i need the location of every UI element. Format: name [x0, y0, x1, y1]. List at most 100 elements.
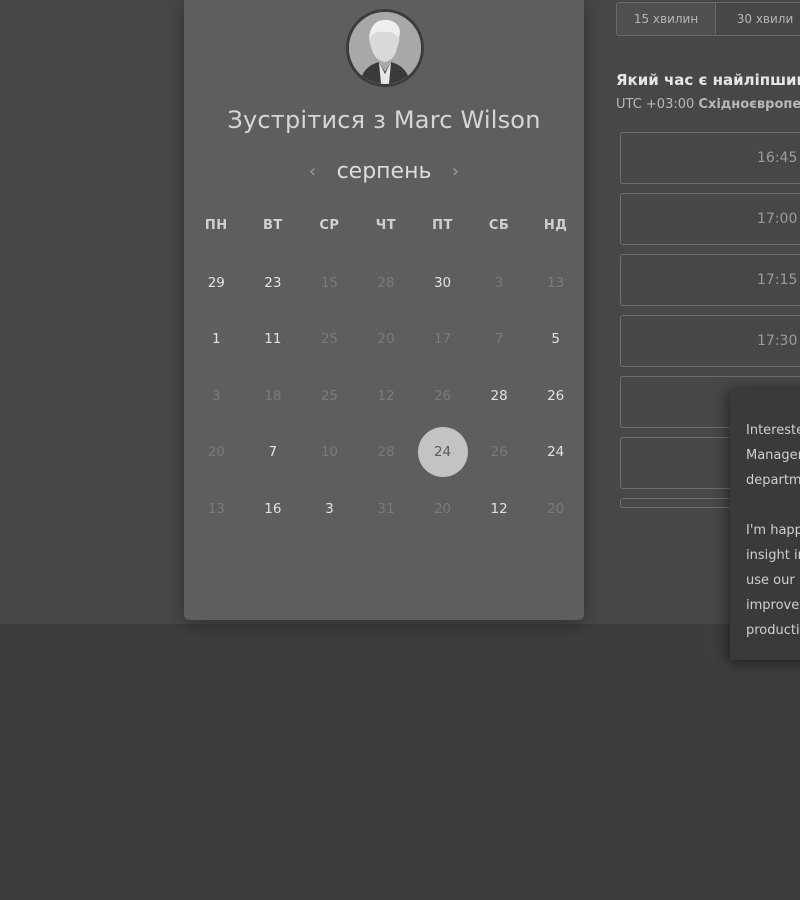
- calendar-week-row: 3 18 25 12 26 28 26: [188, 368, 580, 424]
- chevron-left-icon[interactable]: ‹: [305, 161, 321, 182]
- month-navigation: ‹ серпень ›: [184, 154, 584, 188]
- calendar-card: Зустрітися з Marc Wilson ‹ серпень › ПН …: [184, 0, 584, 620]
- weekday-label: ПН: [204, 218, 228, 233]
- calendar-day-number: 23: [264, 275, 282, 291]
- calendar-day: 17: [414, 311, 471, 367]
- calendar-day-number: 26: [547, 388, 565, 404]
- info-line: Intereste: [746, 423, 800, 438]
- info-line: use our p: [746, 573, 800, 588]
- calendar-day: 31: [358, 481, 415, 537]
- calendar-day[interactable]: 28: [471, 368, 528, 424]
- timezone-label[interactable]: UTC +03:00 Східноєвропе: [616, 97, 800, 112]
- calendar-day-number: 26: [490, 444, 508, 460]
- meet-title: Зустрітися з Marc Wilson: [227, 106, 541, 134]
- weekday-label: НД: [543, 218, 568, 233]
- calendar-day[interactable]: 16: [245, 481, 302, 537]
- calendar-day[interactable]: 7: [245, 424, 302, 480]
- calendar-day-number: 16: [264, 501, 282, 517]
- calendar-day-number: 25: [320, 388, 338, 404]
- time-slot[interactable]: 17:15: [620, 254, 800, 306]
- calendar-week-row: 29 23 15 28 30 3 13: [188, 255, 580, 311]
- timezone-name: Східноєвропе: [698, 97, 800, 112]
- timezone-offset: UTC +03:00: [616, 97, 695, 112]
- calendar-day[interactable]: 30: [414, 255, 471, 311]
- calendar-day-number: 24: [417, 427, 468, 477]
- calendar-day: 26: [471, 424, 528, 480]
- calendar-day[interactable]: 11: [245, 311, 302, 367]
- calendar-day-number: 28: [377, 275, 395, 291]
- calendar-day-number: 20: [207, 444, 225, 460]
- calendar-day[interactable]: 5: [527, 311, 584, 367]
- calendar-day-number: 20: [377, 331, 395, 347]
- calendar-day-number: 7: [494, 331, 504, 347]
- calendar-day: 28: [358, 255, 415, 311]
- time-question: Який час є найліпшим д: [616, 71, 800, 89]
- calendar-day: 15: [301, 255, 358, 311]
- calendar-day-number: 20: [433, 501, 452, 517]
- calendar-day-number: 31: [377, 501, 395, 517]
- calendar-day-number: 25: [320, 331, 338, 347]
- calendar-day: 25: [301, 368, 358, 424]
- calendar-day[interactable]: 3: [301, 481, 358, 537]
- calendar-day: 28: [358, 424, 415, 480]
- info-line: insight in: [746, 548, 800, 563]
- calendar-day: 25: [301, 311, 358, 367]
- duration-tab-15[interactable]: 15 хвилин: [617, 3, 716, 35]
- calendar-day-number: 3: [494, 275, 504, 291]
- calendar-day: 12: [358, 368, 415, 424]
- calendar-day-number: 20: [547, 501, 565, 517]
- calendar-day: 26: [414, 368, 471, 424]
- calendar-day: 20: [358, 311, 415, 367]
- calendar-day-number: 13: [207, 501, 225, 517]
- calendar-day[interactable]: 24: [527, 424, 584, 480]
- calendar-day-number: 15: [320, 275, 338, 291]
- weekday-label: СР: [319, 218, 340, 233]
- calendar-day-number: 26: [433, 388, 452, 404]
- calendar-day-number: 12: [490, 501, 508, 517]
- calendar-day: 13: [188, 481, 245, 537]
- time-slot[interactable]: 17:00: [620, 193, 800, 245]
- calendar-week-row: 13 16 3 31 20 12 20: [188, 481, 580, 537]
- weekday-label: ПТ: [432, 218, 453, 233]
- calendar-day-number: 28: [490, 388, 508, 404]
- info-line: productiv: [746, 623, 800, 638]
- calendar-day-number: 3: [211, 388, 221, 404]
- calendar-day-number: 7: [268, 444, 278, 460]
- calendar-day-number: 1: [211, 331, 221, 347]
- time-slot[interactable]: 16:45: [620, 132, 800, 184]
- chevron-right-icon[interactable]: ›: [447, 161, 463, 182]
- host-avatar: [346, 9, 424, 87]
- calendar-day[interactable]: 12: [471, 481, 528, 537]
- calendar-day[interactable]: 29: [188, 255, 245, 311]
- calendar-day-number: 17: [433, 331, 452, 347]
- weekday-header: ПН ВТ СР ЧТ ПТ СБ НД: [188, 218, 580, 233]
- calendar-day-number: 5: [551, 331, 560, 347]
- calendar-day[interactable]: 23: [245, 255, 302, 311]
- calendar-day-number: 30: [433, 275, 452, 291]
- calendar-day-number: 18: [264, 388, 282, 404]
- info-line: improver: [746, 598, 800, 613]
- calendar-day-number: 28: [377, 444, 395, 460]
- calendar-week-row: 1 11 25 20 17 7 5: [188, 311, 580, 367]
- calendar-day: 20: [414, 481, 471, 537]
- calendar-week-row: 20 7 10 28 24 26 24: [188, 424, 580, 480]
- calendar-day-number: 12: [377, 388, 395, 404]
- calendar-day: 20: [527, 481, 584, 537]
- weekday-label: СБ: [488, 218, 510, 233]
- host-info-card: Intereste Manager departme I'm happ insi…: [730, 388, 800, 660]
- calendar-day-number: 11: [264, 331, 282, 347]
- calendar-day: 10: [301, 424, 358, 480]
- info-line: I'm happ: [746, 523, 800, 538]
- calendar-day: 20: [188, 424, 245, 480]
- weekday-label: ВТ: [262, 218, 283, 233]
- duration-tab-30[interactable]: 30 хвили: [716, 3, 800, 35]
- duration-tabs: 15 хвилин 30 хвили: [616, 2, 800, 36]
- calendar-day-number: 29: [207, 275, 225, 291]
- calendar-day-number: 24: [547, 444, 565, 460]
- month-label: серпень: [336, 158, 432, 184]
- calendar-day[interactable]: 1: [188, 311, 245, 367]
- time-slot[interactable]: 17:30: [620, 315, 800, 367]
- calendar-day: 3: [471, 255, 528, 311]
- calendar-day-selected[interactable]: 24: [414, 424, 471, 480]
- calendar-day[interactable]: 26: [527, 368, 584, 424]
